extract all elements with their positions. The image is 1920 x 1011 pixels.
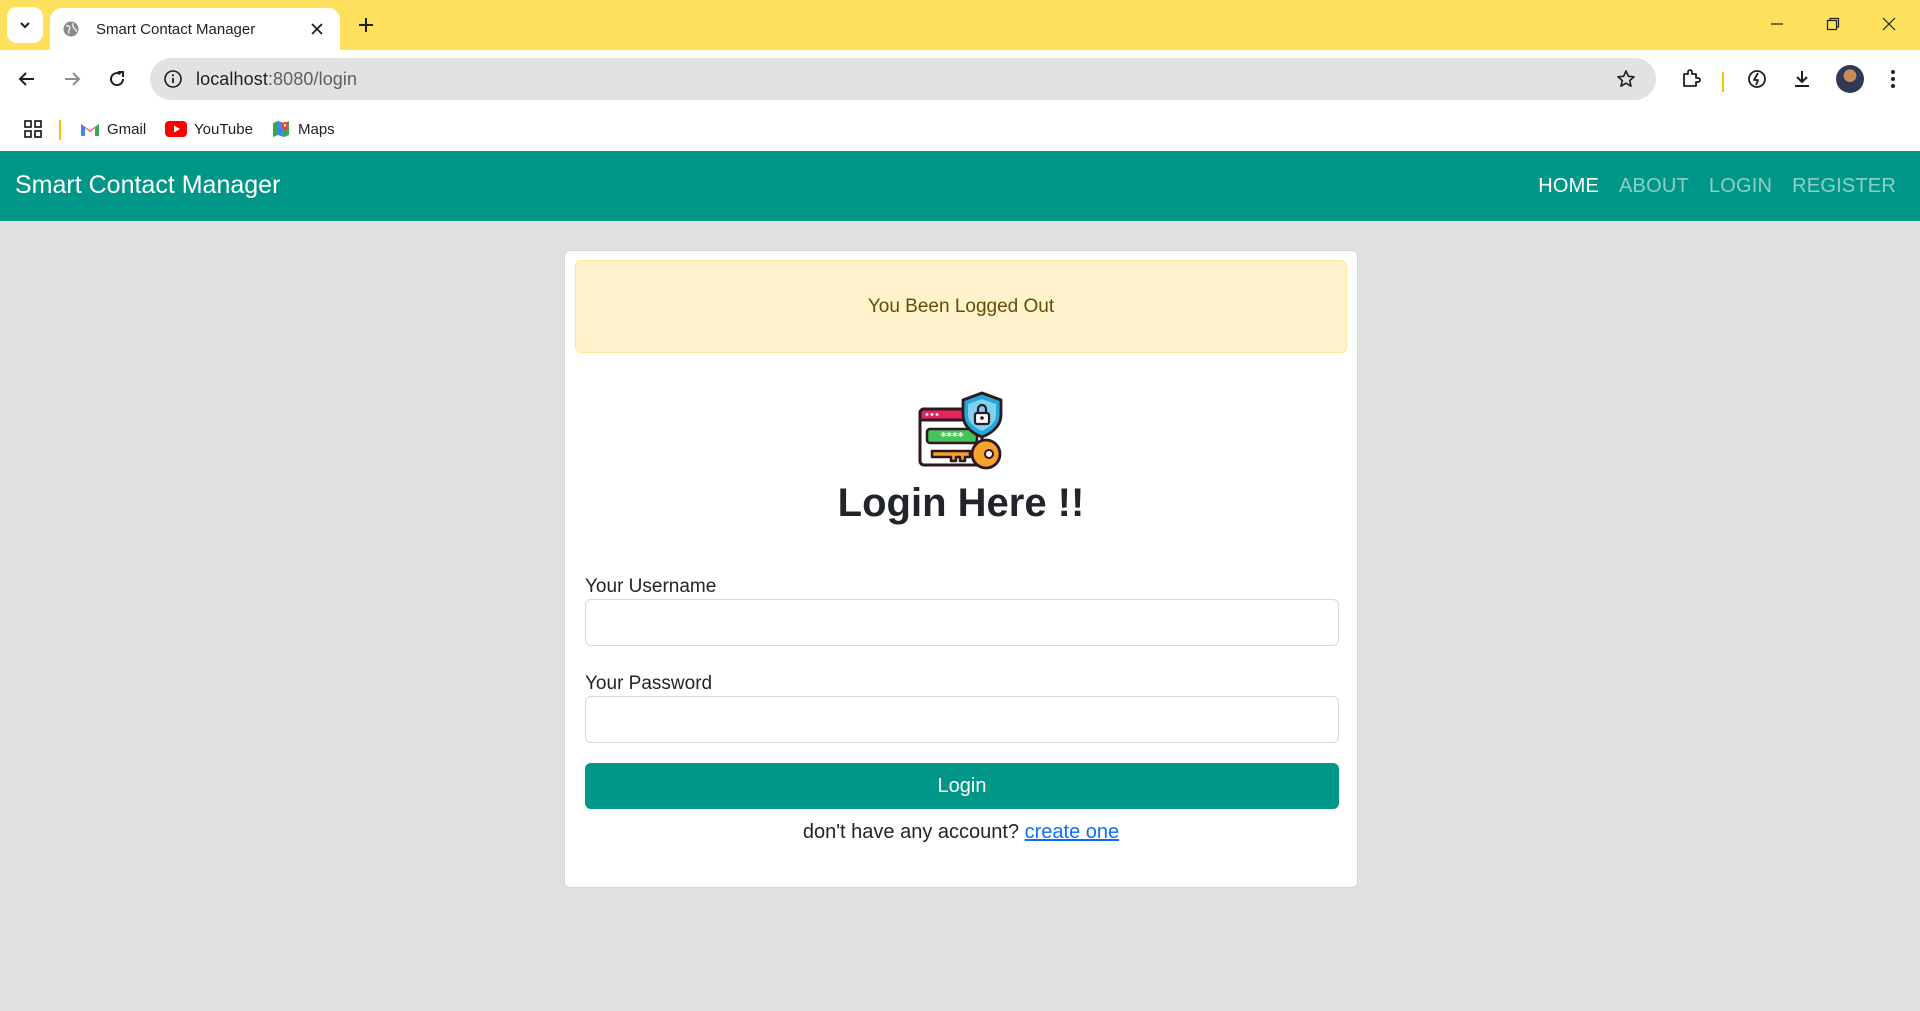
bookmark-label: Gmail [107,120,147,138]
nav-link-login[interactable]: LOGIN [1709,175,1772,198]
profile-avatar[interactable] [1836,65,1864,93]
tab-search-button[interactable] [7,7,43,43]
kebab-menu-icon [1891,70,1895,88]
url-text: localhost:8080/login [196,69,357,90]
login-heading: Login Here !! [837,481,1085,525]
site-info-icon[interactable] [160,66,186,92]
password-label: Your Password [585,673,713,694]
performance-button[interactable] [1740,62,1774,96]
password-input[interactable] [585,696,1339,743]
url-path: :8080/login [267,69,358,89]
close-window-button[interactable] [1866,6,1912,42]
browser-toolbar: localhost:8080/login Gmail YouTube Maps [0,50,1920,158]
username-input[interactable] [585,599,1339,646]
download-icon [1795,71,1809,87]
restore-icon [1826,17,1840,31]
menu-button[interactable] [1876,62,1910,96]
nav-link-register[interactable]: REGISTER [1792,175,1896,198]
extensions-button[interactable] [1674,62,1708,96]
tab-title: Smart Contact Manager [96,20,256,38]
nav-links: HOME ABOUT LOGIN REGISTER [1538,175,1896,198]
minimize-button[interactable] [1754,6,1800,42]
youtube-icon [165,121,187,137]
gmail-icon [81,124,99,136]
browser-tab[interactable]: Smart Contact Manager [50,8,340,50]
login-button[interactable]: Login [585,763,1339,809]
login-card: You Been Logged Out **** Login Here !! Y… [564,250,1358,888]
nav-link-home[interactable]: HOME [1538,175,1599,198]
create-account-link[interactable]: create one [1025,821,1120,843]
navbar-brand[interactable]: Smart Contact Manager [15,171,280,200]
alert-message: You Been Logged Out [867,295,1055,317]
password-key-lock-icon: **** [918,391,1003,470]
apps-grid-icon[interactable] [20,116,46,142]
address-bar[interactable]: localhost:8080/login [150,58,1656,100]
bookmarks-divider [59,120,61,140]
new-tab-button[interactable] [352,11,380,39]
maps-icon [273,121,289,137]
browser-tab-strip: Smart Contact Manager [0,0,1920,50]
arrow-left-icon [18,72,34,86]
arrow-right-icon [65,72,81,86]
restore-button[interactable] [1810,6,1856,42]
back-button[interactable] [10,62,44,96]
signup-prompt-text: don't have any account? [802,821,1020,843]
nav-link-about[interactable]: ABOUT [1619,175,1689,198]
signup-prompt: don't have any account? create one [565,821,1357,844]
site-navbar: Smart Contact Manager HOME ABOUT LOGIN R… [0,151,1920,221]
downloads-button[interactable] [1785,62,1819,96]
chevron-down-icon [20,22,30,29]
plus-icon [359,18,373,32]
svg-text:****: **** [940,430,963,443]
puzzle-icon [1683,69,1701,87]
bookmarks-bar: Gmail YouTube Maps [0,112,1920,152]
logout-alert: You Been Logged Out [575,260,1347,353]
close-tab-icon[interactable] [306,18,328,40]
reload-icon [110,71,125,87]
reload-button[interactable] [100,62,134,96]
bookmark-label: Maps [298,120,335,138]
forward-button[interactable] [55,62,89,96]
speedometer-icon [1748,70,1766,88]
bookmark-gmail[interactable]: Gmail [80,116,146,142]
bookmark-label: YouTube [194,120,253,138]
bookmark-star-icon[interactable] [1614,67,1638,91]
url-host: localhost [196,69,268,89]
globe-icon [62,20,80,38]
minimize-icon [1771,23,1783,25]
close-icon [1882,17,1896,31]
bookmark-youtube[interactable]: YouTube [165,116,253,142]
username-label: Your Username [585,576,717,597]
toolbar-divider [1722,72,1724,92]
bookmark-maps[interactable]: Maps [271,116,335,142]
